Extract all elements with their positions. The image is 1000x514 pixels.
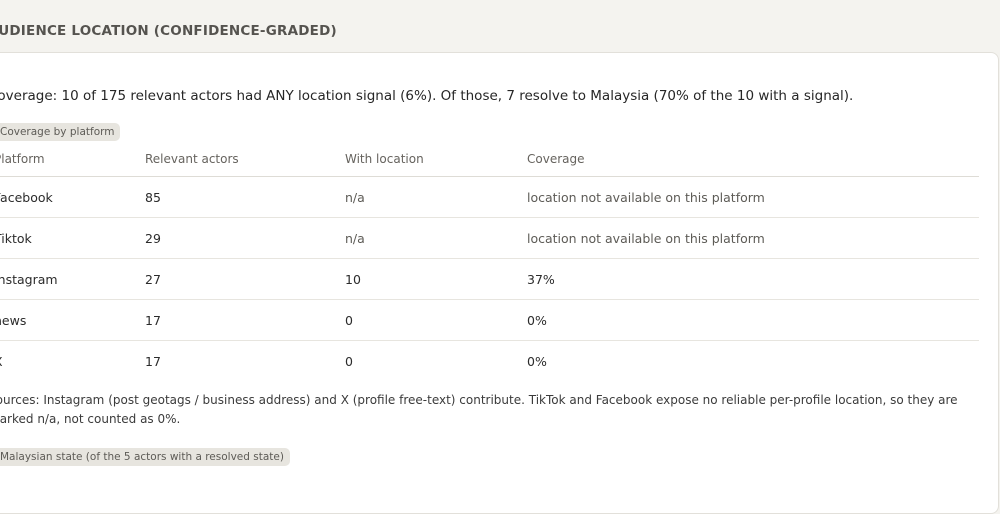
cell-with-location: n/a xyxy=(345,176,527,218)
section-title: AUDIENCE LOCATION (CONFIDENCE-GRADED) xyxy=(0,23,337,39)
table-row: Facebook 85 n/a location not available o… xyxy=(0,176,979,218)
cell-platform: Tiktok xyxy=(0,217,145,259)
cell-platform: Facebook xyxy=(0,176,145,218)
cell-coverage: 37% xyxy=(527,258,979,300)
cell-relevant-actors: 17 xyxy=(145,353,161,369)
cell-platform: Instagram xyxy=(0,258,145,300)
table-row: news 17 0 0% xyxy=(0,299,979,341)
cell-coverage: location not available on this platform xyxy=(527,176,979,218)
coverage-summary: Coverage: 10 of 175 relevant actors had … xyxy=(0,88,854,104)
cell-relevant-actors: 17 xyxy=(145,299,345,341)
malaysian-state-tag: Malaysian state (of the 5 actors with a … xyxy=(0,448,290,466)
table-row: Tiktok 29 n/a location not available on … xyxy=(0,217,979,259)
header-platform: Platform xyxy=(0,142,145,177)
cell-with-location: n/a xyxy=(345,217,527,259)
table-row: X 17 0 0% xyxy=(0,341,979,382)
cell-with-location: 10 xyxy=(345,258,527,300)
cell-platform: news xyxy=(0,299,145,341)
table-row: Instagram 27 10 37% xyxy=(0,258,979,300)
sources-note: Sources: Instagram (post geotags / busin… xyxy=(0,393,958,426)
cell-relevant-actors: 85 xyxy=(145,176,345,218)
platform-coverage-table: Platform Relevant actors With location C… xyxy=(0,142,979,381)
header-coverage: Coverage xyxy=(527,142,979,177)
coverage-by-platform-tag: Coverage by platform xyxy=(0,123,121,141)
cell-coverage: location not available on this platform xyxy=(527,217,979,259)
cell-relevant-actors: 29 xyxy=(145,217,345,259)
cell-relevant-actors: 27 xyxy=(145,258,345,300)
cell-platform: X xyxy=(0,341,145,382)
cell-coverage: 0% xyxy=(527,353,547,369)
header-with-location: With location xyxy=(345,142,527,177)
cell-with-location: 0 xyxy=(345,353,353,369)
cell-with-location: 0 xyxy=(345,299,527,341)
header-relevant-actors: Relevant actors xyxy=(145,142,345,177)
table-header-row: Platform Relevant actors With location C… xyxy=(0,142,979,177)
cell-coverage: 0% xyxy=(527,299,979,341)
